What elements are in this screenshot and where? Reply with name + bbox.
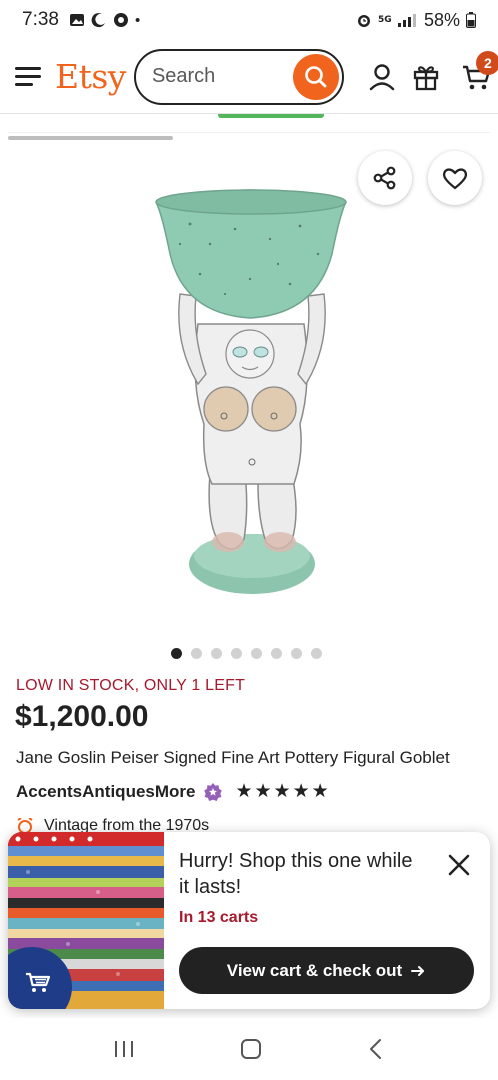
5g-signal-icon: 5G bbox=[378, 14, 416, 27]
gallery-pagination[interactable] bbox=[171, 648, 322, 659]
battery-icon bbox=[466, 12, 476, 28]
cart-count-badge: 2 bbox=[475, 50, 498, 75]
status-icons-left: • bbox=[69, 12, 140, 29]
popup-title: Hurry! Shop this one while it lasts! bbox=[179, 850, 413, 898]
heart-icon bbox=[442, 168, 468, 190]
popup-close-button[interactable] bbox=[444, 850, 474, 880]
status-icons-right: 5G 58% bbox=[356, 10, 476, 31]
listing-title: Jane Goslin Peiser Signed Fine Art Potte… bbox=[16, 748, 450, 767]
battery-percent: 58% bbox=[423, 9, 460, 30]
scroll-indicator bbox=[8, 136, 173, 140]
gallery-dot[interactable] bbox=[291, 648, 302, 659]
share-icon bbox=[373, 166, 396, 190]
favorite-button[interactable] bbox=[428, 151, 482, 205]
status-time: 7:38 bbox=[22, 9, 59, 30]
cart-button[interactable]: 2 bbox=[454, 50, 498, 99]
search-bar[interactable] bbox=[133, 48, 344, 105]
recent-apps-icon[interactable] bbox=[112, 1038, 136, 1060]
svg-text:5G: 5G bbox=[378, 15, 392, 25]
gifts-button[interactable] bbox=[404, 55, 448, 99]
cart-urgency-popup: Hurry! Shop this one while it lasts! In … bbox=[8, 832, 490, 1009]
checkout-button-label: View cart & check out bbox=[226, 960, 403, 980]
gallery-dot[interactable] bbox=[231, 648, 242, 659]
view-cart-checkout-button[interactable]: View cart & check out bbox=[179, 947, 474, 994]
gallery-dot[interactable] bbox=[191, 648, 202, 659]
star-seller-badge-icon bbox=[204, 782, 223, 801]
etsy-logo[interactable]: Etsy bbox=[55, 57, 126, 96]
status-bar: 7:38 • 5G 58% bbox=[0, 0, 498, 40]
moon-icon bbox=[91, 13, 105, 28]
arrow-right-icon bbox=[411, 965, 425, 976]
divider bbox=[8, 132, 490, 133]
rating-stars: ★★★★★ bbox=[235, 781, 331, 802]
shopping-cart-icon bbox=[26, 972, 51, 992]
account-button[interactable] bbox=[360, 55, 404, 99]
shop-row[interactable]: AccentsAntiquesMore ★★★★★ bbox=[16, 780, 331, 803]
gallery-dot[interactable] bbox=[271, 648, 282, 659]
gallery-dot[interactable] bbox=[311, 648, 322, 659]
gallery-notification-icon bbox=[69, 14, 84, 26]
chrome-icon bbox=[113, 13, 128, 27]
search-icon bbox=[305, 65, 327, 87]
listing-image-gallery[interactable] bbox=[0, 114, 498, 644]
home-icon[interactable] bbox=[239, 1037, 263, 1061]
promo-tab-edge bbox=[218, 114, 324, 118]
gift-icon bbox=[413, 65, 439, 90]
menu-icon[interactable] bbox=[15, 66, 43, 87]
dot-icon: • bbox=[134, 11, 141, 29]
search-button[interactable] bbox=[292, 53, 339, 100]
listing-price: $1,200.00 bbox=[15, 700, 149, 733]
system-navigation-bar bbox=[0, 1018, 498, 1080]
gallery-dot[interactable] bbox=[251, 648, 262, 659]
goblet-product-image[interactable] bbox=[140, 184, 360, 604]
user-icon bbox=[369, 63, 395, 90]
gallery-dot[interactable] bbox=[211, 648, 222, 659]
stock-notice: LOW IN STOCK, ONLY 1 LEFT bbox=[16, 677, 246, 694]
app-header: Etsy 2 bbox=[0, 40, 498, 114]
in-carts-note: In 13 carts bbox=[179, 909, 259, 926]
alarm-icon bbox=[357, 15, 370, 27]
back-icon[interactable] bbox=[366, 1037, 386, 1061]
shop-name-link[interactable]: AccentsAntiquesMore bbox=[16, 782, 195, 802]
gallery-dot[interactable] bbox=[171, 648, 182, 659]
share-button[interactable] bbox=[358, 151, 412, 205]
search-input[interactable] bbox=[151, 65, 282, 88]
fabric-stack-thumbnail bbox=[8, 832, 164, 1009]
close-icon bbox=[448, 854, 470, 876]
